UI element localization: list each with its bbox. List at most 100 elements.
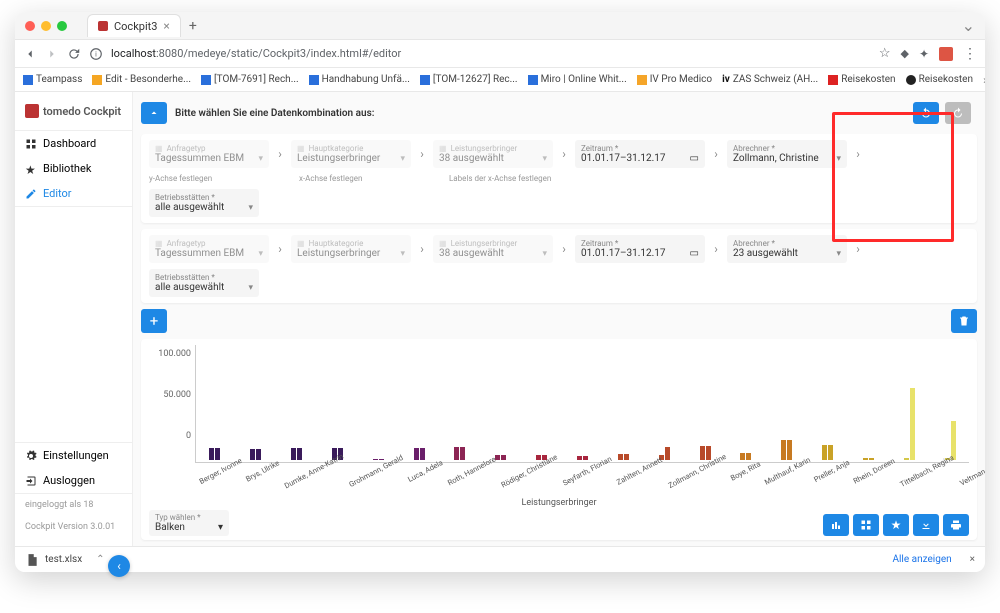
chart-favorite-button[interactable]: ★ [883, 514, 909, 536]
star-icon: ★ [25, 163, 37, 175]
redo-icon [951, 107, 965, 119]
chart-download-button[interactable] [913, 514, 939, 536]
version-text: Cockpit Version 3.0.01 [15, 516, 132, 538]
filter-row-1: ▦Anfragetyp Tagessummen EBM▾ › ▦Hauptkat… [141, 134, 977, 223]
calendar-icon: ▭ [690, 153, 699, 164]
profile-icon[interactable] [939, 47, 953, 61]
leistungserbringer-select[interactable]: ▦Leistungserbringer 38 ausgewählt▾ [433, 140, 553, 168]
sidebar-item-library[interactable]: ★ Bibliothek [15, 156, 132, 181]
chevron-right-icon: › [273, 242, 287, 256]
x-axis-title: Leistungserbringer [149, 498, 969, 508]
print-icon [950, 519, 962, 531]
forward-icon[interactable] [45, 47, 59, 61]
back-icon[interactable] [23, 47, 37, 61]
delete-button[interactable] [951, 309, 977, 333]
close-tab-icon[interactable]: × [163, 19, 169, 33]
calendar-icon: ▭ [690, 248, 699, 259]
chevron-right-icon: › [851, 147, 865, 161]
redo-button[interactable] [945, 102, 971, 124]
menu-icon[interactable]: ⋮ [963, 46, 977, 62]
favicon-icon [98, 21, 108, 31]
show-all-downloads[interactable]: Alle anzeigen [892, 554, 951, 565]
sidebar-item-settings[interactable]: Einstellungen [15, 443, 132, 468]
bookmark-item[interactable]: Miro | Online Whit... [528, 74, 627, 85]
star-icon[interactable]: ☆ [879, 46, 891, 61]
browser-tab[interactable]: Cockpit3 × [87, 14, 181, 37]
maximize-window-icon[interactable] [57, 21, 67, 31]
x-axis-labels: Berger, IvonneBrys, UlrikeDumke, Anne-Ka… [149, 463, 969, 476]
chevron-right-icon: › [557, 242, 571, 256]
undo-button[interactable] [913, 102, 939, 124]
grid-icon [860, 519, 872, 531]
undo-icon [919, 107, 933, 119]
extensions-icon[interactable]: ✦ [919, 47, 929, 61]
chevron-right-icon: › [273, 147, 287, 161]
bookmark-item[interactable]: IV Pro Medico [637, 74, 712, 85]
sub-label: x-Achse festlegen [299, 174, 419, 183]
bookmark-item[interactable]: Reisekosten [828, 74, 895, 85]
chart-panel: 100.000 50.000 0 Berger, IvonneBrys, Ulr… [141, 339, 977, 540]
svg-text:i: i [95, 50, 97, 58]
betriebsstaetten-select[interactable]: Betriebsstätten * alle ausgewählt▾ [149, 189, 259, 217]
sub-label: y-Achse festlegen [149, 174, 269, 183]
download-item[interactable]: test.xlsx ⌃ [25, 553, 105, 567]
chart-print-button[interactable] [943, 514, 969, 536]
abrechner-select[interactable]: Abrechner * Zollmann, Christine▾ [727, 140, 847, 168]
chart-bars [195, 345, 969, 463]
chevron-up-icon [148, 107, 160, 119]
sidebar: tomedo Cockpit Dashboard ★ Bibliothek Ed… [15, 92, 133, 546]
info-icon[interactable]: i [89, 47, 103, 61]
bookmark-item[interactable]: Edit - Besonderhe... [92, 74, 191, 85]
brand-icon [25, 104, 39, 118]
betriebsstaetten-select[interactable]: Betriebsstätten * alle ausgewählt▾ [149, 269, 259, 297]
chevron-right-icon: › [415, 242, 429, 256]
chevron-right-icon: › [557, 147, 571, 161]
zeitraum-select[interactable]: Zeitraum * 01.01.17–31.12.17▭ [575, 235, 705, 263]
tab-title: Cockpit3 [114, 20, 157, 33]
header-hint: Bitte wählen Sie eine Datenkombination a… [175, 108, 374, 119]
chart-type-select[interactable]: Typ wählen * Balken▾ [149, 510, 229, 536]
sidebar-item-editor[interactable]: Editor [15, 181, 132, 206]
bookmark-item[interactable]: [TOM-7691] Rech... [201, 74, 299, 85]
chart-grid-button[interactable] [853, 514, 879, 536]
sidebar-item-dashboard[interactable]: Dashboard [15, 131, 132, 156]
diamond-icon[interactable]: ◆ [900, 47, 908, 60]
close-download-bar[interactable]: × [970, 554, 975, 565]
gear-icon [25, 450, 37, 462]
bookmark-item[interactable]: ivZAS Schweiz (AH... [722, 74, 818, 85]
collapse-button[interactable] [141, 102, 167, 124]
zeitraum-select[interactable]: Zeitraum * 01.01.17–31.12.17▭ [575, 140, 705, 168]
chevron-right-icon: › [709, 147, 723, 161]
hauptkategorie-select[interactable]: ▦Hauptkategorie Leistungserbringer▾ [291, 235, 411, 263]
hauptkategorie-select[interactable]: ▦Hauptkategorie Leistungserbringer▾ [291, 140, 411, 168]
chevron-right-icon: › [709, 242, 723, 256]
pencil-icon [25, 188, 37, 200]
chevron-up-icon[interactable]: ⌃ [96, 554, 104, 565]
minimize-window-icon[interactable] [41, 21, 51, 31]
add-row-button[interactable]: + [141, 309, 167, 333]
login-status: eingeloggt als 18 [15, 494, 132, 516]
anfragetyp-select[interactable]: ▦Anfragetyp Tagessummen EBM▾ [149, 235, 269, 263]
download-icon [920, 519, 932, 531]
anfragetyp-select[interactable]: ▦Anfragetyp Tagessummen EBM▾ [149, 140, 269, 168]
bookmarks-bar: Teampass Edit - Besonderhe... [TOM-7691]… [15, 68, 985, 92]
chart-bar-icon-button[interactable] [823, 514, 849, 536]
bookmark-item[interactable]: Reisekosten [906, 74, 973, 85]
bookmark-item[interactable]: Handhabung Unfä... [309, 74, 410, 85]
abrechner-select[interactable]: Abrechner * 23 ausgewählt▾ [727, 235, 847, 263]
bookmark-item[interactable]: [TOM-12627] Rec... [420, 74, 518, 85]
chevron-down-icon[interactable]: ⌄ [962, 16, 975, 35]
y-axis: 100.000 50.000 0 [149, 345, 195, 463]
bookmark-item[interactable]: Teampass [23, 74, 82, 85]
close-window-icon[interactable] [25, 21, 35, 31]
leistungserbringer-select[interactable]: ▦Leistungserbringer 38 ausgewählt▾ [433, 235, 553, 263]
new-tab-button[interactable]: + [189, 18, 197, 34]
url-text[interactable]: localhost:8080/medeye/static/Cockpit3/in… [111, 47, 401, 60]
filter-row-2: ▦Anfragetyp Tagessummen EBM▾ › ▦Hauptkat… [141, 229, 977, 303]
reload-icon[interactable] [67, 47, 81, 61]
window-titlebar: Cockpit3 × + ⌄ [15, 12, 985, 40]
bookmarks-overflow-icon[interactable]: » [983, 73, 985, 87]
brand: tomedo Cockpit [15, 100, 132, 130]
download-bar: test.xlsx ⌃ Alle anzeigen × [15, 546, 985, 572]
sidebar-item-logout[interactable]: Ausloggen [15, 468, 132, 493]
